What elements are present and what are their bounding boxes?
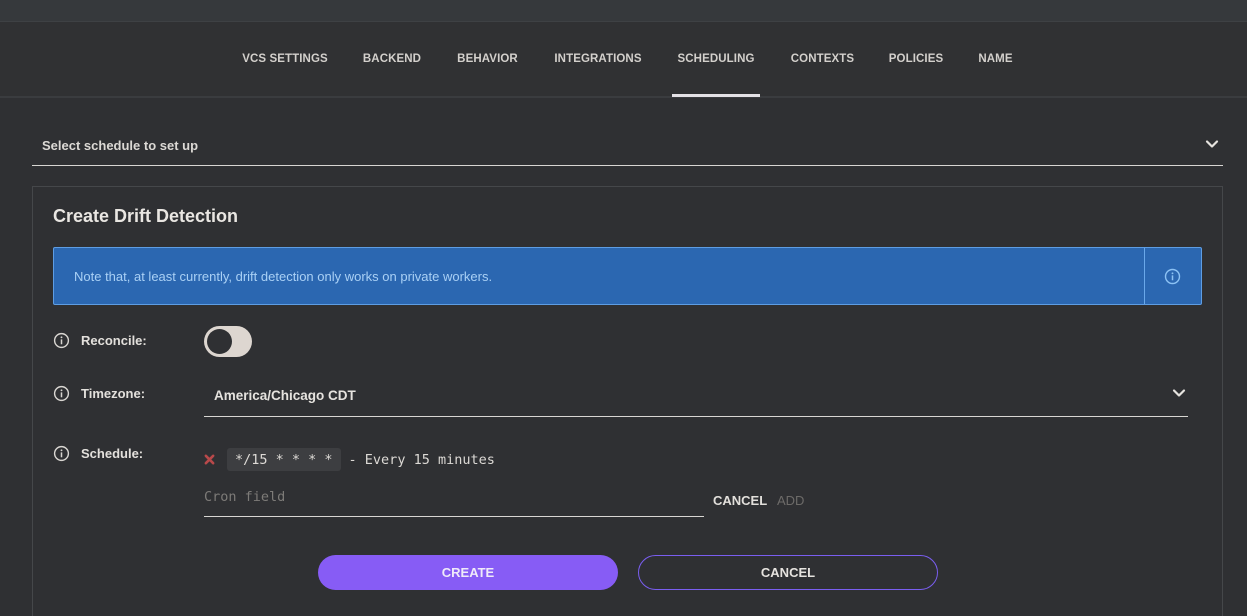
scheduling-panel: Select schedule to set up Create Drift D… — [0, 98, 1247, 615]
cron-field-input[interactable] — [204, 484, 704, 517]
info-note: Note that, at least currently, drift det… — [53, 247, 1202, 305]
schedule-label-row: Schedule: — [53, 445, 143, 462]
cron-description: - Every 15 minutes — [349, 452, 495, 468]
cron-expression-chip: */15 * * * * — [227, 448, 341, 471]
info-icon[interactable] — [1164, 268, 1181, 285]
note-text: Note that, at least currently, drift det… — [74, 248, 492, 304]
cron-cancel-button[interactable]: CANCEL — [713, 493, 767, 508]
timezone-select[interactable]: America/Chicago CDT — [204, 374, 1188, 417]
reconcile-toggle[interactable] — [204, 326, 252, 357]
card-title: Create Drift Detection — [53, 206, 238, 227]
schedule-type-select-label: Select schedule to set up — [42, 138, 198, 153]
create-button[interactable]: CREATE — [318, 555, 618, 590]
info-icon[interactable] — [53, 332, 70, 349]
schedule-label: Schedule: — [81, 446, 143, 461]
tab-vcs-settings[interactable]: VCS SETTINGS — [242, 22, 328, 96]
info-icon[interactable] — [53, 445, 70, 462]
tab-policies[interactable]: POLICIES — [889, 22, 943, 96]
top-strip — [0, 0, 1247, 22]
info-icon[interactable] — [53, 385, 70, 402]
schedule-entry: */15 * * * * - Every 15 minutes — [204, 448, 495, 471]
settings-tab-bar: VCS SETTINGS BACKEND BEHAVIOR INTEGRATIO… — [0, 22, 1247, 98]
reconcile-label: Reconcile: — [81, 333, 147, 348]
cron-add-button[interactable]: ADD — [777, 493, 804, 508]
timezone-label-row: Timezone: — [53, 385, 145, 402]
timezone-value: America/Chicago CDT — [214, 374, 356, 416]
schedule-type-select[interactable]: Select schedule to set up — [32, 126, 1223, 166]
chevron-down-icon — [1172, 386, 1186, 400]
tab-integrations[interactable]: INTEGRATIONS — [553, 22, 643, 96]
cancel-button[interactable]: CANCEL — [638, 555, 938, 590]
remove-schedule-icon[interactable] — [204, 454, 215, 465]
timezone-label: Timezone: — [81, 386, 145, 401]
create-drift-detection-card: Create Drift Detection Note that, at lea… — [32, 186, 1223, 616]
toggle-knob — [207, 329, 232, 354]
tab-contexts[interactable]: CONTEXTS — [790, 22, 855, 96]
tab-backend[interactable]: BACKEND — [362, 22, 422, 96]
tab-behavior[interactable]: BEHAVIOR — [456, 22, 519, 96]
reconcile-label-row: Reconcile: — [53, 332, 147, 349]
chevron-down-icon — [1205, 137, 1219, 151]
note-divider — [1144, 248, 1145, 304]
tab-name[interactable]: NAME — [977, 22, 1014, 96]
tab-scheduling[interactable]: SCHEDULING — [672, 22, 760, 96]
